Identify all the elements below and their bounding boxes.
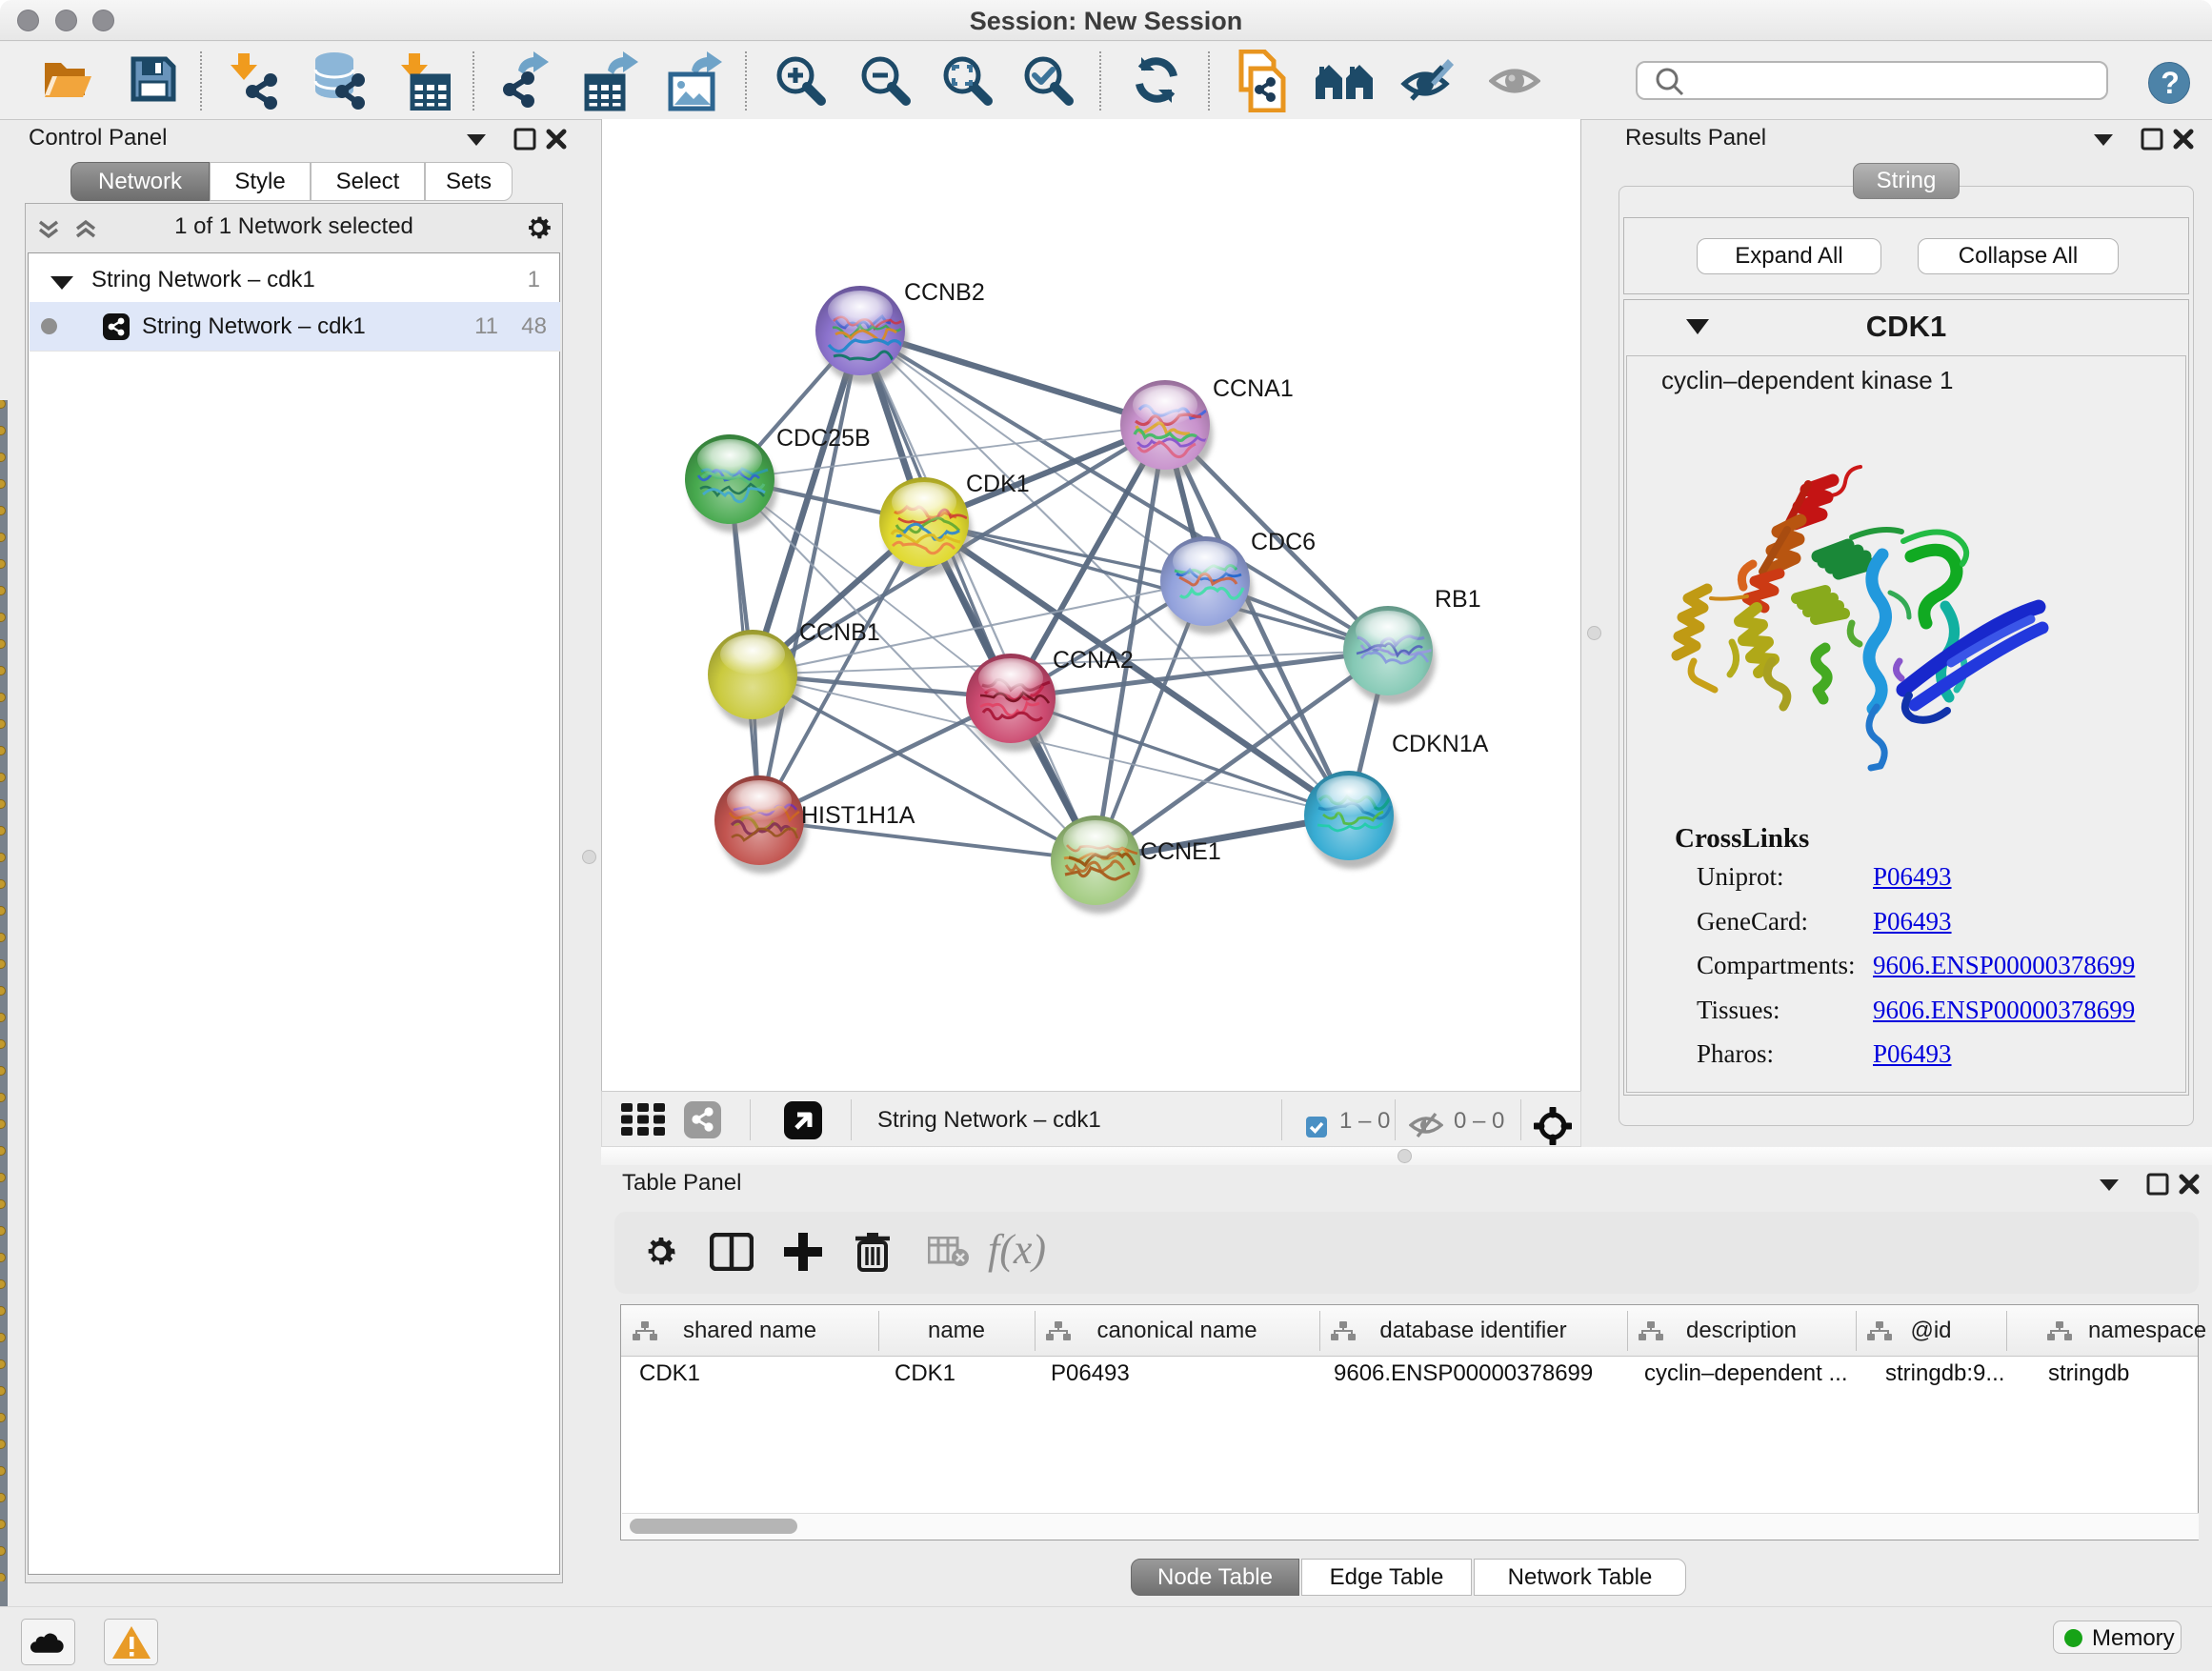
svg-text:CDK1: CDK1 [966, 471, 1030, 497]
svg-text:CDKN1A: CDKN1A [1392, 731, 1489, 757]
svg-text:CCNB2: CCNB2 [904, 279, 985, 306]
svg-text:CDC6: CDC6 [1251, 529, 1316, 555]
svg-text:CCNE1: CCNE1 [1140, 838, 1221, 865]
svg-text:CDC25B: CDC25B [776, 425, 871, 452]
svg-text:CCNA1: CCNA1 [1213, 375, 1294, 402]
svg-text:CCNA2: CCNA2 [1053, 647, 1134, 674]
svg-text:RB1: RB1 [1435, 586, 1481, 613]
svg-text:CCNB1: CCNB1 [799, 619, 880, 646]
svg-text:HIST1H1A: HIST1H1A [801, 802, 915, 829]
